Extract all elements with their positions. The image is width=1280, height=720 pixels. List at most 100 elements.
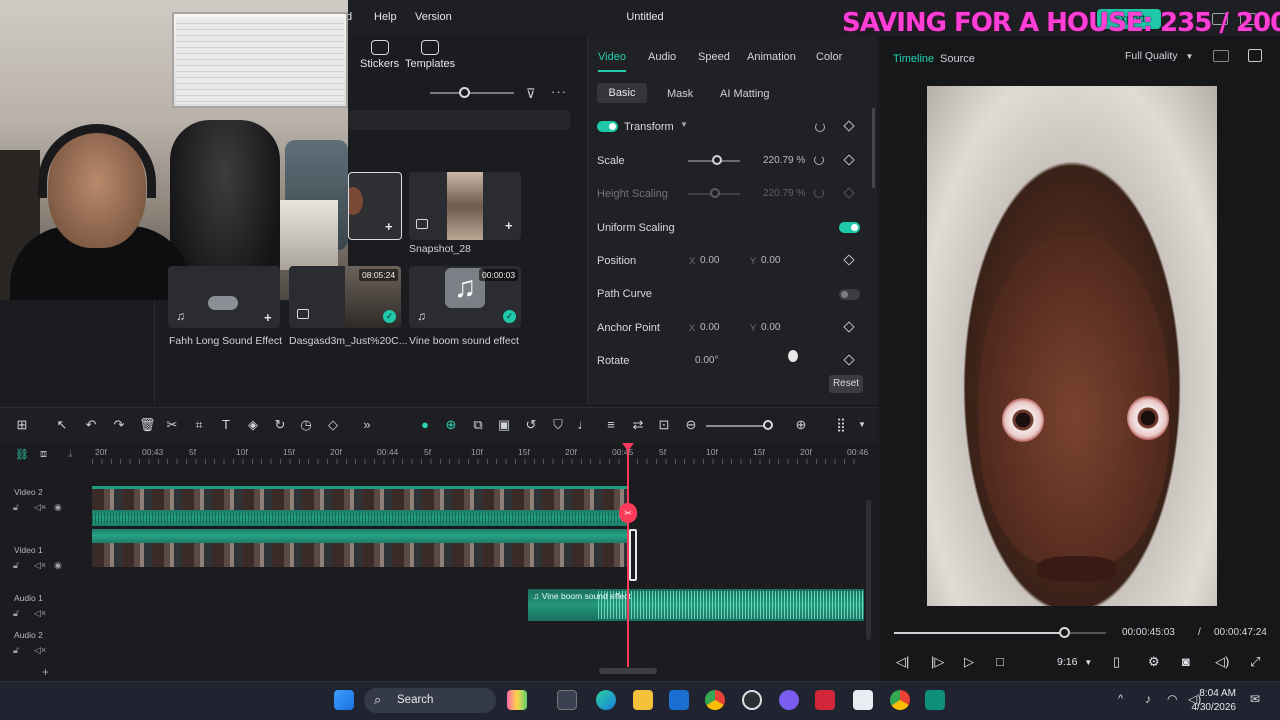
add-icon[interactable]: + bbox=[264, 310, 272, 325]
tab-color[interactable]: Color bbox=[816, 51, 842, 63]
zoom-out-icon[interactable]: ⊖ bbox=[684, 418, 698, 432]
file-explorer-icon[interactable] bbox=[633, 690, 653, 710]
timeline-zoom-knob[interactable] bbox=[763, 420, 773, 430]
add-icon[interactable]: + bbox=[505, 218, 513, 233]
snap-icon[interactable]: ⊕ bbox=[444, 418, 458, 432]
video-2-audio-strip[interactable] bbox=[92, 510, 628, 526]
playhead[interactable] bbox=[627, 445, 629, 667]
subtab-basic[interactable]: Basic bbox=[597, 83, 647, 103]
auto-sync-icon[interactable]: ↺ bbox=[524, 418, 538, 432]
rotate-input[interactable]: 0.00° bbox=[695, 355, 718, 366]
mute-icon[interactable]: ◁× bbox=[34, 560, 46, 571]
crop-icon[interactable]: ⌗ bbox=[192, 418, 206, 432]
video-2-clip[interactable] bbox=[92, 486, 628, 510]
video-preview-frame[interactable] bbox=[927, 86, 1217, 606]
notification-icon[interactable]: ✉ bbox=[1250, 692, 1260, 706]
tab-animation[interactable]: Animation bbox=[747, 51, 796, 63]
mute-icon[interactable]: ◁× bbox=[34, 645, 46, 656]
play-icon[interactable]: ▷ bbox=[964, 654, 974, 670]
timeline-menu-icon[interactable]: ⣿ bbox=[834, 418, 848, 432]
discord-icon[interactable] bbox=[779, 690, 799, 710]
thumbnail-size-knob[interactable] bbox=[459, 87, 470, 98]
subtab-mask[interactable]: Mask bbox=[667, 88, 693, 100]
previous-frame-icon[interactable]: ◁| bbox=[896, 654, 909, 670]
track-manager-icon[interactable]: ⧈ bbox=[40, 448, 47, 461]
reset-icon[interactable] bbox=[815, 122, 825, 132]
layout-grid-icon[interactable]: ⊞ bbox=[15, 418, 29, 432]
menu-item-help[interactable]: Help bbox=[374, 11, 397, 23]
acrobat-icon[interactable] bbox=[815, 690, 835, 710]
wifi-icon[interactable]: ◠ bbox=[1167, 692, 1177, 706]
filmora-icon[interactable] bbox=[925, 690, 945, 710]
reset-icon[interactable] bbox=[814, 155, 824, 165]
lock-icon[interactable]: 🔓︎ bbox=[13, 608, 19, 619]
chrome-icon[interactable] bbox=[705, 690, 725, 710]
ai-tool-icon[interactable]: ◈ bbox=[246, 418, 260, 432]
scale-slider-knob[interactable] bbox=[712, 155, 722, 165]
clip-trim-handle[interactable] bbox=[629, 529, 637, 581]
image-tool-icon[interactable]: ▣ bbox=[497, 418, 511, 432]
tab-video[interactable]: Video bbox=[598, 51, 626, 63]
rotate-dial-icon[interactable] bbox=[788, 350, 798, 362]
tab-stickers[interactable]: Stickers bbox=[360, 40, 399, 70]
tab-speed[interactable]: Speed bbox=[698, 51, 730, 63]
zoom-in-icon[interactable]: ⊕ bbox=[794, 418, 808, 432]
edge-icon[interactable] bbox=[596, 690, 616, 710]
mute-icon[interactable]: ◁× bbox=[34, 608, 46, 619]
microphone-icon[interactable]: ♩ bbox=[577, 418, 591, 432]
playback-progress-rest[interactable] bbox=[1070, 632, 1106, 634]
player-tab-source[interactable]: Source bbox=[940, 53, 975, 65]
anchor-y-input[interactable]: 0.00 bbox=[761, 322, 780, 333]
collapse-icon[interactable]: ⤓ bbox=[68, 448, 73, 461]
obs-icon[interactable] bbox=[742, 690, 762, 710]
media-thumb-dasgasd[interactable]: 08:05:24 ✓ bbox=[289, 266, 401, 328]
camera-icon[interactable]: ◙ bbox=[1182, 654, 1190, 669]
magnet-icon[interactable]: ● bbox=[418, 418, 432, 432]
tab-audio[interactable]: Audio bbox=[648, 51, 676, 63]
media-thumb-selected[interactable]: + bbox=[348, 172, 402, 240]
audio-1-clip[interactable]: ♫ Vine boom sound effect bbox=[528, 589, 864, 621]
mixer-icon[interactable]: ≡ bbox=[604, 418, 618, 432]
undo-icon[interactable]: ↶ bbox=[84, 418, 98, 432]
clock-time[interactable]: 8:04 AM bbox=[1196, 688, 1236, 699]
eye-icon[interactable]: ◉ bbox=[54, 560, 62, 571]
chevron-down-icon[interactable]: ▼ bbox=[855, 418, 869, 432]
video-1-clip[interactable] bbox=[92, 543, 630, 567]
fullscreen-icon[interactable]: ⤢ bbox=[1250, 654, 1260, 670]
lock-icon[interactable]: 🔓︎ bbox=[13, 502, 19, 513]
store-icon[interactable] bbox=[669, 690, 689, 710]
stop-icon[interactable]: □ bbox=[996, 654, 1004, 669]
timeline-horizontal-scrollbar[interactable] bbox=[599, 668, 657, 674]
volume-icon[interactable]: ◁) bbox=[1215, 654, 1229, 670]
fit-icon[interactable]: ⊡ bbox=[657, 418, 671, 432]
start-button-icon[interactable] bbox=[334, 690, 354, 710]
transform-toggle[interactable] bbox=[597, 121, 618, 132]
add-icon[interactable]: + bbox=[385, 219, 393, 234]
shield-icon[interactable]: ⛉ bbox=[551, 418, 565, 432]
speed-icon[interactable]: ◷ bbox=[299, 418, 313, 432]
replace-icon[interactable]: ⇄ bbox=[631, 418, 645, 432]
position-y-input[interactable]: 0.00 bbox=[761, 255, 780, 266]
eye-icon[interactable]: ◉ bbox=[54, 502, 62, 513]
media-thumb-fahh[interactable]: ♫ + bbox=[168, 266, 280, 328]
player-tab-timeline[interactable]: Timeline bbox=[893, 53, 934, 65]
chrome-profile-icon[interactable] bbox=[890, 690, 910, 710]
more-icon[interactable]: ··· bbox=[551, 84, 567, 99]
delete-icon[interactable]: 🗑 bbox=[139, 418, 156, 432]
anchor-x-input[interactable]: 0.00 bbox=[700, 322, 719, 333]
lock-icon[interactable]: 🔓︎ bbox=[13, 645, 19, 656]
play-pause-icon[interactable]: |▷ bbox=[931, 654, 944, 670]
marker-icon[interactable]: ▯ bbox=[1113, 654, 1120, 670]
compare-view-icon[interactable] bbox=[1213, 50, 1229, 62]
aspect-ratio-dropdown[interactable]: 9:16 ▼ bbox=[1057, 656, 1092, 668]
chevron-down-icon[interactable]: ▼ bbox=[680, 120, 688, 129]
reset-button[interactable]: Reset bbox=[829, 375, 863, 393]
properties-scrollbar[interactable] bbox=[872, 108, 875, 188]
clock-date[interactable]: 4/30/2026 bbox=[1185, 702, 1237, 713]
task-view-icon[interactable] bbox=[557, 690, 577, 710]
redo-icon[interactable]: ↷ bbox=[112, 418, 126, 432]
microphone-tray-icon[interactable]: ♪ bbox=[1145, 692, 1151, 706]
mute-icon[interactable]: ◁× bbox=[34, 502, 46, 513]
path-curve-toggle[interactable] bbox=[839, 289, 860, 300]
lock-icon[interactable]: 🔓︎ bbox=[13, 560, 19, 571]
